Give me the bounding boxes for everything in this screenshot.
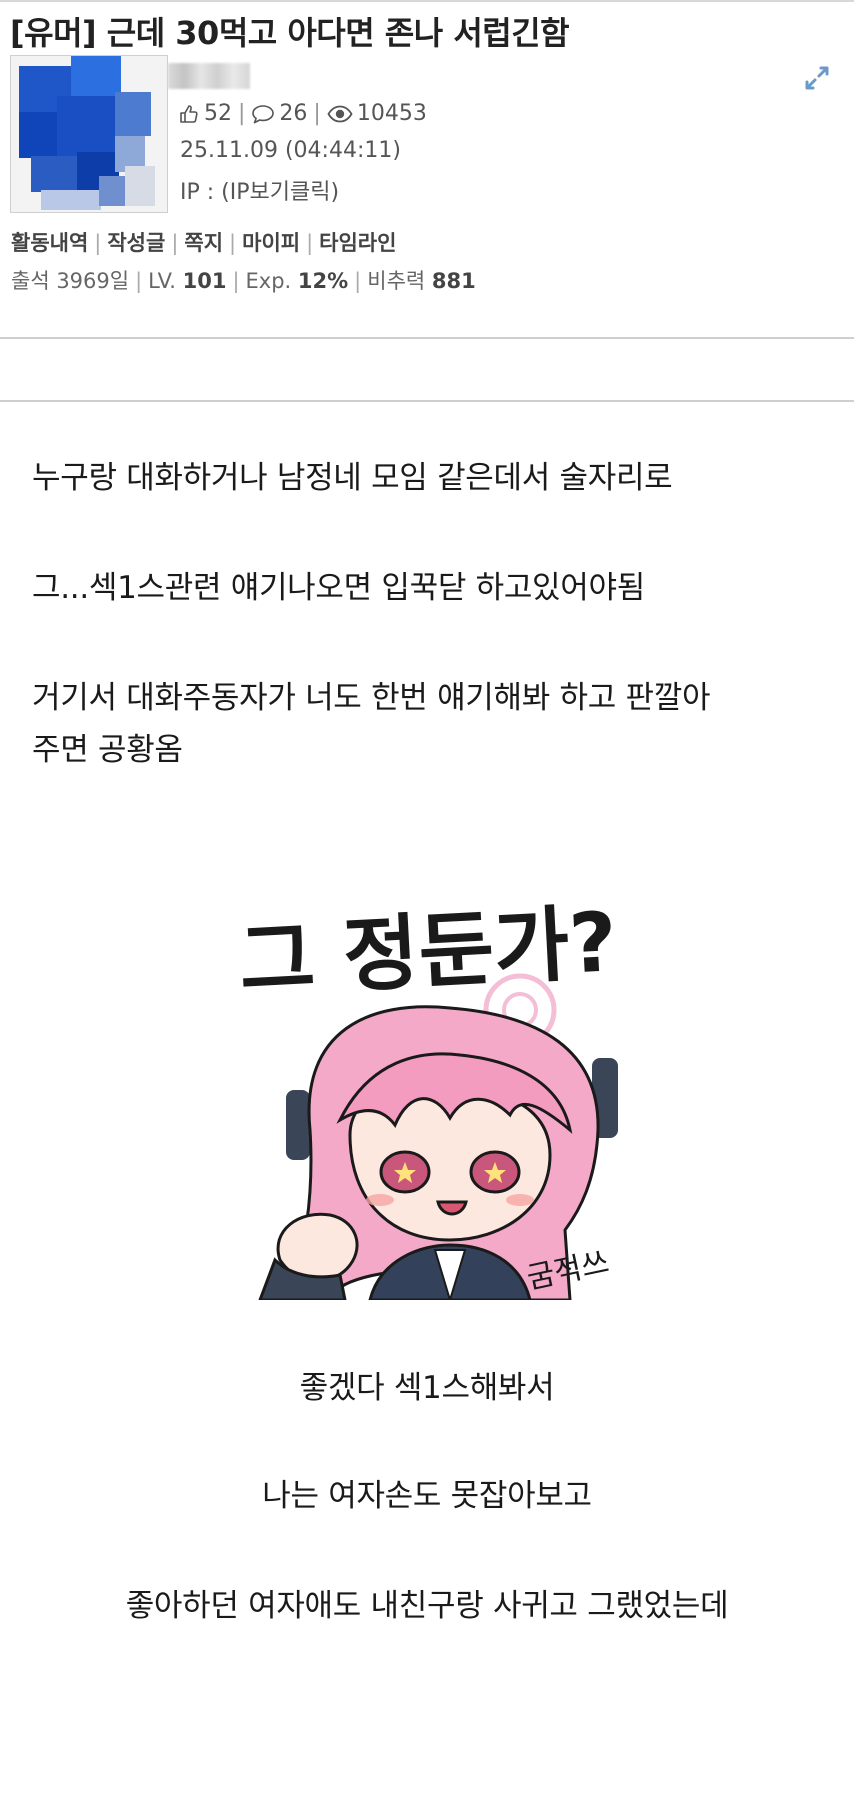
level-label: LV. (148, 269, 176, 293)
ip-link[interactable]: IP : (IP보기클릭) (180, 174, 339, 206)
links-separator: | (94, 231, 102, 255)
content-line: 누구랑 대화하거나 남정네 모임 같은데서 술자리로 (32, 460, 673, 496)
link-timeline[interactable]: 타임라인 (319, 231, 396, 255)
levels-separator: | (354, 269, 362, 293)
stats-separator: | (238, 101, 246, 126)
avatar[interactable] (10, 55, 168, 213)
content-center-line: 좋겠다 섹1스해봐서 (299, 1370, 555, 1406)
sticker-image: 그 정둔가? 굼적쓰 (220, 880, 636, 1304)
levels-separator: | (135, 269, 143, 293)
post-header: 52 | 26 | 10453 25.11.09 (04:44:11) IP :… (0, 55, 854, 338)
author-nickname-blurred[interactable] (168, 63, 250, 89)
expand-arrows-icon[interactable] (802, 63, 832, 93)
links-separator: | (229, 231, 237, 255)
exp-label: Exp. (245, 269, 292, 293)
levels-separator: | (232, 269, 240, 293)
content-line: 주면 공황옴 (32, 732, 183, 768)
exp-value: 12% (297, 269, 349, 293)
link-message[interactable]: 쪽지 (184, 231, 223, 255)
thumbs-up-icon[interactable] (178, 101, 204, 126)
top-border (0, 0, 854, 2)
ratio-label: 비추력 (367, 269, 426, 293)
post-title: [유머] 근데 30먹고 아다면 존나 서럽긴함 (10, 14, 570, 52)
likes-count: 52 (204, 101, 232, 126)
comments-count: 26 (279, 101, 308, 126)
post-stats: 52 | 26 | 10453 (178, 101, 427, 126)
speech-bubble-icon[interactable] (251, 101, 279, 126)
content-line: 그...섹1스관련 얘기나오면 입꾹닫 하고있어야됨 (32, 570, 645, 606)
ratio-value: 881 (431, 269, 476, 293)
content-center-line: 나는 여자손도 못잡아보고 (262, 1478, 592, 1514)
views-count: 10453 (356, 101, 427, 126)
link-posts[interactable]: 작성글 (107, 231, 165, 255)
links-separator: | (306, 231, 314, 255)
link-mypi[interactable]: 마이피 (242, 231, 300, 255)
author-levels: 출석 3969일 | LV. 101 | Exp. 12% | 비추력 881 (11, 265, 476, 295)
content-line: 거기서 대화주동자가 너도 한번 얘기해봐 하고 판깔아 (32, 680, 711, 716)
post-date: 25.11.09 (04:44:11) (180, 138, 401, 163)
attendance: 출석 3969일 (11, 269, 130, 293)
content-divider (0, 400, 854, 402)
link-activity[interactable]: 활동내역 (11, 231, 88, 255)
header-divider (0, 337, 854, 339)
level-value: 101 (182, 269, 227, 293)
stats-separator: | (313, 101, 321, 126)
content-center-line: 좋아하던 여자애도 내친구랑 사귀고 그랬었는데 (125, 1588, 729, 1624)
eye-icon (327, 101, 357, 126)
links-separator: | (171, 231, 179, 255)
sticker-caption: 그 정둔가? (237, 895, 619, 1010)
author-links: 활동내역 | 작성글 | 쪽지 | 마이피 | 타임라인 (11, 227, 396, 257)
